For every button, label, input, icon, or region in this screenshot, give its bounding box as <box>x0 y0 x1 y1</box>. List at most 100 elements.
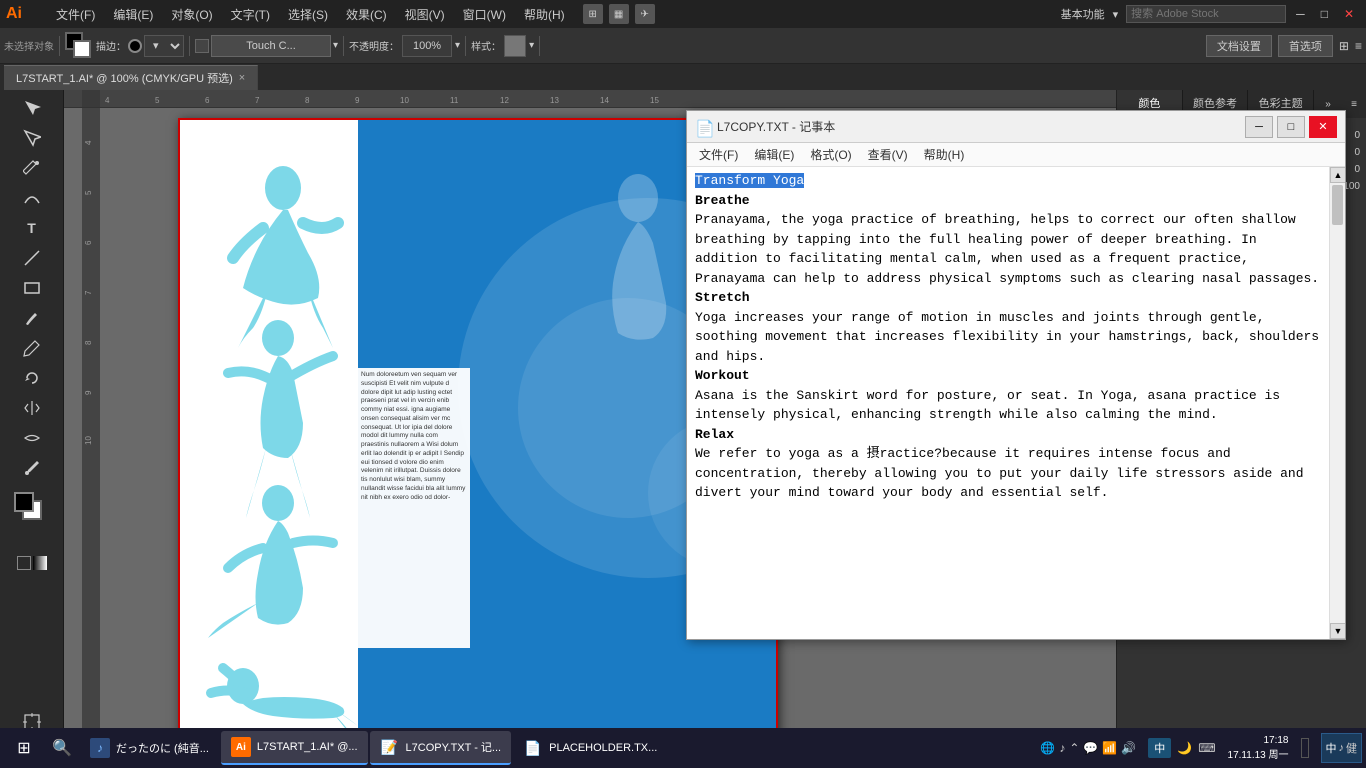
win-close[interactable]: ✕ <box>1338 7 1360 21</box>
ime-note[interactable]: ♪ <box>1339 742 1345 754</box>
taskbar-item-notepad1[interactable]: 📝 L7COPY.TXT - 记... <box>370 731 512 765</box>
np-menu-file[interactable]: 文件(F) <box>691 144 746 165</box>
color-boxes[interactable] <box>14 492 50 528</box>
icon-panel3[interactable]: ✈ <box>635 4 655 24</box>
stock-search[interactable] <box>1126 5 1286 23</box>
touch-btn-area: Touch C... ▾ <box>195 35 338 57</box>
scroll-thumb[interactable] <box>1332 185 1343 225</box>
tray-more[interactable]: ⌃ <box>1069 741 1079 755</box>
taskbar-right: 🌐 ♪ ⌃ 💬 📶 🔊 中 🌙 ⌨ 17:18 17.11.13 周一 中 ♪ … <box>1034 731 1362 765</box>
tray-network[interactable]: 🌐 <box>1040 741 1055 755</box>
taskbar-item-notepad2[interactable]: 📄 PLACEHOLDER.TX... <box>513 731 667 765</box>
menu-select[interactable]: 选择(S) <box>280 4 336 25</box>
menu-effect[interactable]: 效果(C) <box>338 4 395 25</box>
clock-area[interactable]: 17:18 17.11.13 周一 <box>1228 735 1289 761</box>
notepad-content[interactable]: Transform Yoga Breathe Pranayama, the yo… <box>687 167 1329 639</box>
menu-window[interactable]: 窗口(W) <box>455 4 514 25</box>
tray-signal[interactable]: 📶 <box>1102 741 1117 755</box>
ime-chinese[interactable]: 中 <box>1148 738 1171 758</box>
stroke-label: 描边： <box>96 38 126 53</box>
scroll-track[interactable] <box>1330 227 1345 623</box>
line-tool[interactable] <box>8 244 56 272</box>
pencil-tool[interactable] <box>8 334 56 362</box>
toolbar-icon1[interactable]: ⊞ <box>1339 39 1349 53</box>
style-dropdown[interactable]: ▾ <box>529 40 534 51</box>
no-selection-label: 未选择对象 <box>4 38 54 53</box>
opacity-input[interactable] <box>402 35 452 57</box>
toolbar-more[interactable]: ≡ <box>1355 39 1362 53</box>
dropdown-icon[interactable]: ▾ <box>1113 8 1119 21</box>
paintbrush-tool[interactable] <box>8 304 56 332</box>
touch-dropdown-icon[interactable]: ▾ <box>333 40 338 51</box>
yoga-silhouettes-left <box>178 118 358 740</box>
svg-text:12: 12 <box>500 96 509 105</box>
stroke-dropdown[interactable]: ▾ <box>144 35 184 57</box>
gradient-box[interactable] <box>33 556 47 570</box>
body-workout: Asana is the Sanskirt word for posture, … <box>695 388 1280 423</box>
start-icon: ⊞ <box>17 738 30 758</box>
mirror-tool[interactable] <box>8 394 56 422</box>
svg-text:10: 10 <box>84 436 93 445</box>
date-display: 17.11.13 周一 <box>1228 746 1289 761</box>
rotate-tool[interactable] <box>8 364 56 392</box>
color-swatches[interactable] <box>65 32 93 60</box>
np-menu-view[interactable]: 查看(V) <box>860 144 916 165</box>
win-minimize[interactable]: ─ <box>1290 7 1311 21</box>
workspace-label[interactable]: 基本功能 <box>1061 6 1105 22</box>
fg-color-box[interactable] <box>14 492 34 512</box>
toolbar-right: 文档设置 首选项 ⊞ ≡ <box>1206 35 1362 57</box>
tray-volume[interactable]: 🔊 <box>1121 741 1136 755</box>
ime-health[interactable]: 健 <box>1346 740 1357 756</box>
menu-text[interactable]: 文字(T) <box>223 4 278 25</box>
np-menu-help[interactable]: 帮助(H) <box>916 144 973 165</box>
tray-music2[interactable]: ♪ <box>1059 741 1065 755</box>
taskbar-item-music[interactable]: ♪ だったのに (純音... <box>80 731 219 765</box>
doc-tab[interactable]: L7START_1.AI* @ 100% (CMYK/GPU 预选) × <box>4 65 258 90</box>
opacity-dropdown[interactable]: ▾ <box>455 40 460 51</box>
touch-button[interactable]: Touch C... <box>211 35 331 57</box>
menu-object[interactable]: 对象(O) <box>163 4 220 25</box>
taskbar-search[interactable]: 🔍 <box>46 732 78 764</box>
notepad-minimize-btn[interactable]: ─ <box>1245 116 1273 138</box>
menu-edit[interactable]: 编辑(E) <box>105 4 161 25</box>
stroke-circle[interactable] <box>128 39 142 53</box>
np-menu-format[interactable]: 格式(O) <box>802 144 859 165</box>
win-restore[interactable]: □ <box>1315 7 1334 21</box>
style-swatch[interactable] <box>504 35 526 57</box>
np-menu-edit[interactable]: 编辑(E) <box>746 144 802 165</box>
sep4 <box>465 36 466 56</box>
width-tool[interactable] <box>8 424 56 452</box>
direct-select-tool[interactable] <box>8 124 56 152</box>
subtitle-relax: Relax <box>695 427 734 442</box>
menu-view[interactable]: 视图(V) <box>397 4 453 25</box>
type-tool[interactable]: T <box>8 214 56 242</box>
menu-file[interactable]: 文件(F) <box>48 4 103 25</box>
pen-tool[interactable] <box>8 154 56 182</box>
tray-chat[interactable]: 💬 <box>1083 741 1098 755</box>
eyedropper-tool[interactable] <box>8 454 56 482</box>
scroll-up-btn[interactable]: ▲ <box>1330 167 1345 183</box>
menu-bar: Ai 文件(F) 编辑(E) 对象(O) 文字(T) 选择(S) 效果(C) 视… <box>0 0 1366 28</box>
notepad-close-btn[interactable]: ✕ <box>1309 116 1337 138</box>
doc-settings-btn[interactable]: 文档设置 <box>1206 35 1272 57</box>
scroll-down-btn[interactable]: ▼ <box>1330 623 1345 639</box>
bg-color[interactable] <box>73 40 91 58</box>
curvature-tool[interactable] <box>8 184 56 212</box>
none-box[interactable] <box>17 556 31 570</box>
taskbar-item-illustrator[interactable]: Ai L7START_1.AI* @... <box>221 731 368 765</box>
ime-zh[interactable]: 中 <box>1326 740 1337 756</box>
left-toolbar: T <box>0 90 64 740</box>
doc-tab-close[interactable]: × <box>239 72 245 84</box>
selection-tool[interactable] <box>8 94 56 122</box>
notepad-restore-btn[interactable]: □ <box>1277 116 1305 138</box>
icon-panel1[interactable]: ⊞ <box>583 4 603 24</box>
menu-help[interactable]: 帮助(H) <box>516 4 573 25</box>
show-desktop-btn[interactable] <box>1295 731 1315 765</box>
preferences-btn[interactable]: 首选项 <box>1278 35 1333 57</box>
rect-tool[interactable] <box>8 274 56 302</box>
icon-panel2[interactable]: ▦ <box>609 4 629 24</box>
illustrator-label: L7START_1.AI* @... <box>257 741 358 753</box>
svg-text:7: 7 <box>84 290 93 295</box>
svg-text:13: 13 <box>550 96 559 105</box>
start-button[interactable]: ⊞ <box>4 731 44 765</box>
